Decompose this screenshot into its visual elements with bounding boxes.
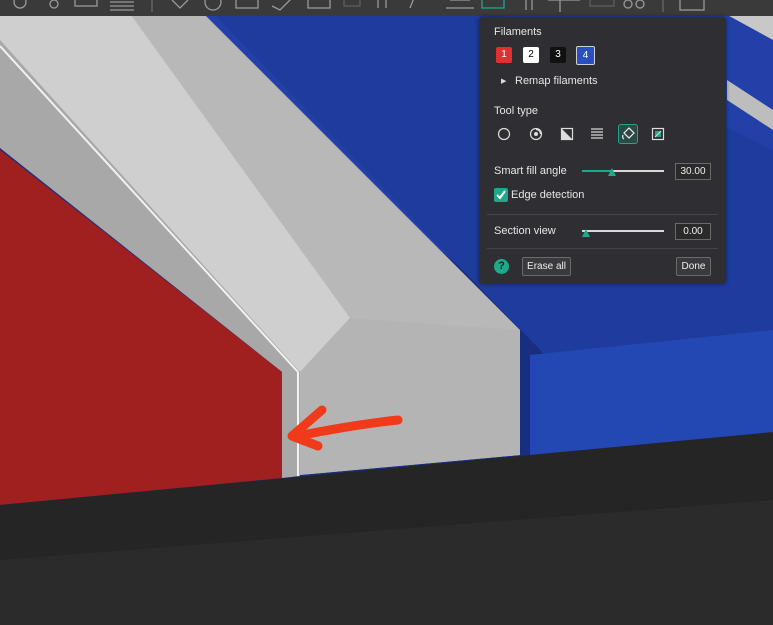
link-icon [49, 0, 59, 9]
smart-fill-angle-thumb[interactable] [607, 168, 616, 176]
top-toolbar [0, 0, 773, 16]
help-icon[interactable]: ? [494, 259, 509, 274]
filament-swatch-1[interactable]: 1 [496, 47, 512, 63]
done-button[interactable]: Done [676, 257, 711, 276]
smart-fill-angle-label: Smart fill angle [494, 165, 567, 177]
section-view-slider[interactable] [582, 230, 664, 232]
section-view-input[interactable]: 0.00 [675, 223, 711, 240]
rotate-icon [204, 0, 222, 11]
filament-swatch-4[interactable]: 4 [576, 46, 595, 65]
filament-paint-panel: Filaments 1 2 3 4 ▶ Remap filaments Tool… [479, 17, 726, 284]
panel-divider [487, 214, 718, 215]
seam-icon [377, 0, 387, 8]
arrange-icon [548, 0, 580, 12]
fill-bucket-tool-icon[interactable] [618, 124, 638, 144]
view-icon [679, 0, 705, 11]
filament-swatch-3[interactable]: 3 [550, 47, 566, 63]
filament-swatch-label: 3 [555, 49, 561, 60]
support-icon [343, 0, 361, 7]
section-view-label: Section view [494, 225, 556, 237]
move-icon [171, 0, 189, 9]
panel-divider [487, 248, 718, 249]
filament-swatch-label: 2 [528, 49, 534, 60]
tool-type-title: Tool type [494, 105, 539, 117]
orient-icon [589, 0, 615, 7]
section-view-thumb[interactable] [582, 229, 590, 237]
split-icon [623, 0, 633, 9]
filament-swatch-label: 4 [582, 50, 589, 61]
cut-icon [307, 0, 331, 9]
measure-icon [271, 0, 291, 11]
expand-arrow-icon[interactable]: ▶ [501, 77, 506, 85]
toolbar-icons [13, 0, 705, 12]
checkmark-icon [496, 190, 506, 200]
triangle-tool-icon[interactable] [557, 124, 577, 144]
remap-filaments-link[interactable]: Remap filaments [515, 75, 598, 87]
model-grey-face [300, 318, 520, 475]
gap-fill-tool-icon[interactable] [648, 124, 668, 144]
orbit-icon [13, 0, 27, 9]
filament-swatch-2[interactable]: 2 [523, 47, 539, 63]
brim-icon [409, 0, 414, 9]
filaments-title: Filaments [494, 26, 542, 38]
height-range-tool-icon[interactable] [587, 124, 607, 144]
filament-swatch-label: 1 [501, 49, 507, 60]
erase-all-button[interactable]: Erase all [522, 257, 571, 276]
paint-icon [481, 0, 505, 9]
text-icon [446, 0, 474, 9]
edge-detection-label: Edge detection [511, 189, 585, 201]
assembly-icon [525, 0, 533, 10]
layout-icon [74, 0, 98, 7]
sphere-tool-icon[interactable] [526, 124, 546, 144]
circle-tool-icon[interactable] [494, 124, 514, 144]
smart-fill-angle-input[interactable]: 30.00 [675, 163, 711, 180]
edge-detection-checkbox[interactable] [494, 188, 508, 202]
scale-icon [235, 0, 259, 9]
